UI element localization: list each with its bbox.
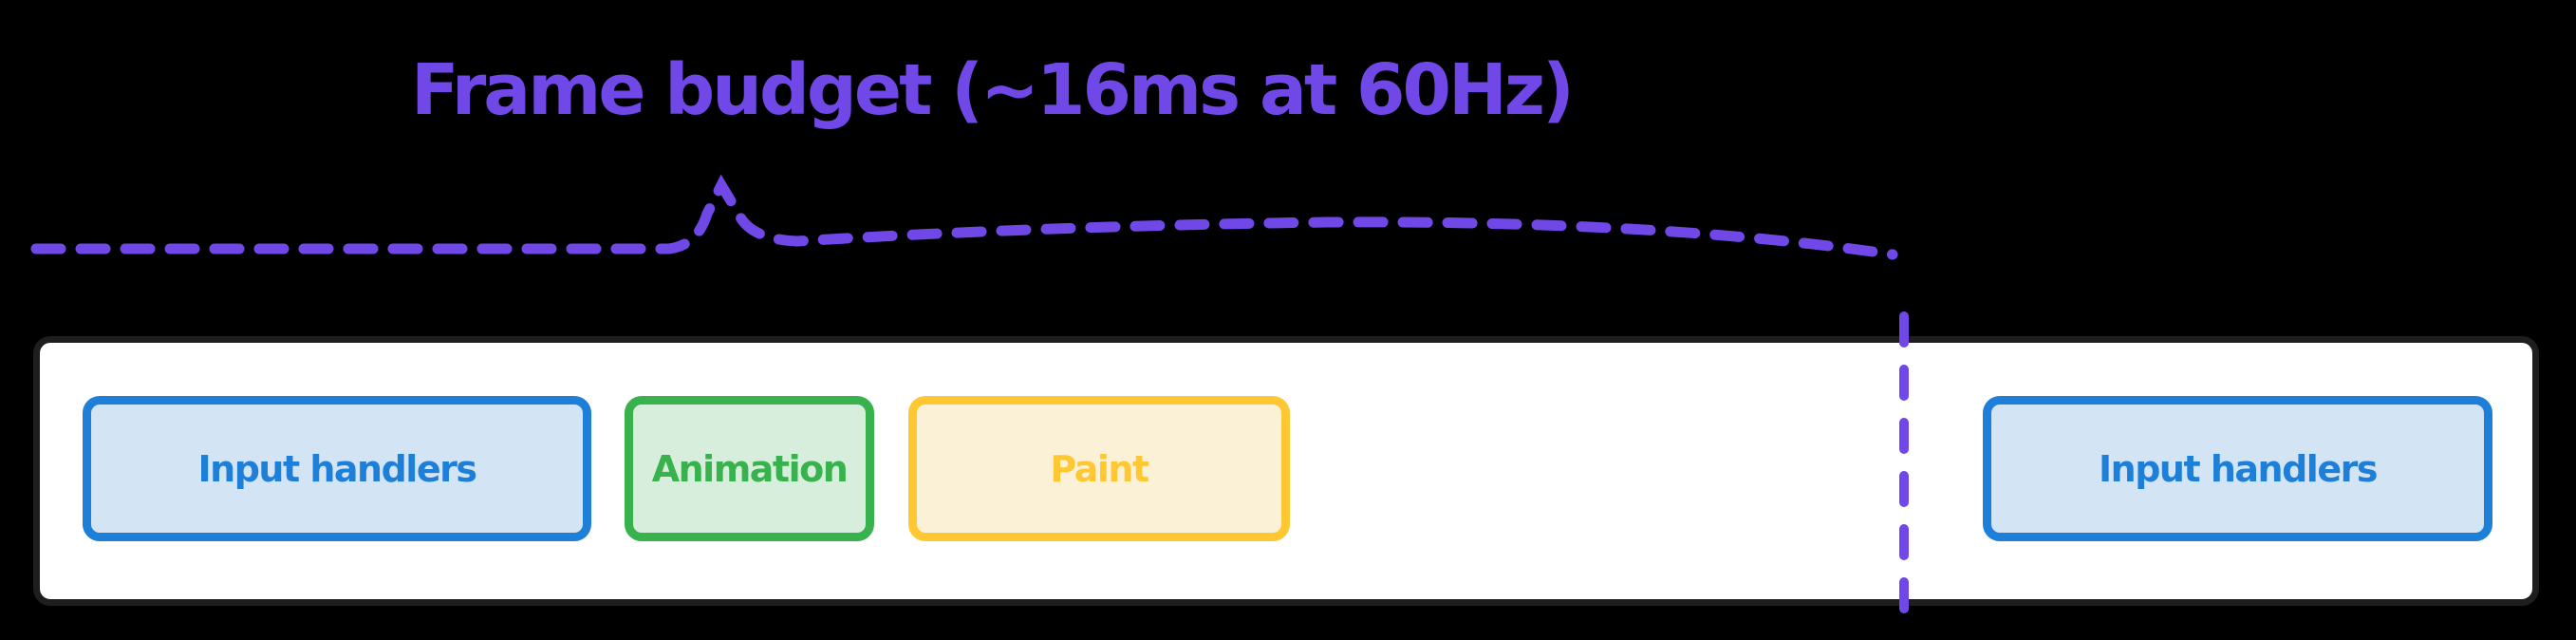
frame-budget-brace [30, 174, 1898, 260]
brace-overlay [30, 174, 1909, 621]
